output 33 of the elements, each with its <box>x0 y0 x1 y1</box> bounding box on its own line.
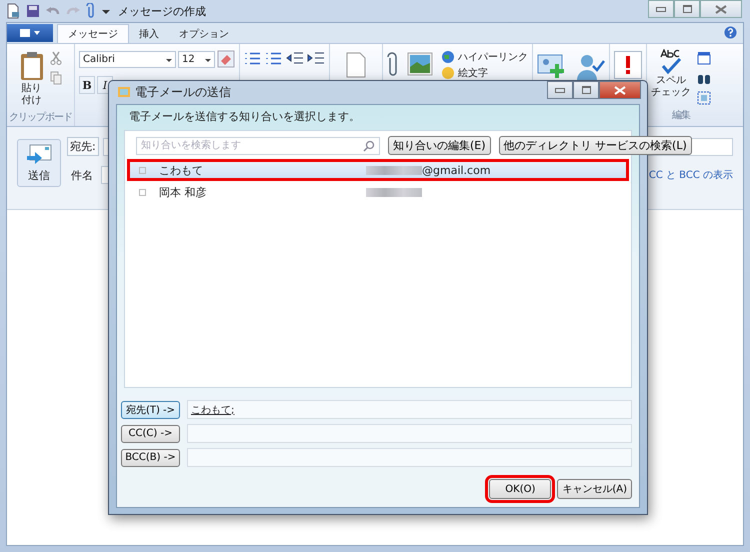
hyperlink-button[interactable]: ハイパーリンク <box>458 50 528 64</box>
spell-check-label[interactable]: スペル <box>656 75 686 87</box>
ribbon-tab[interactable]: 挿入 <box>129 25 169 43</box>
recipient-button[interactable]: 宛先(T) -> <box>121 400 180 418</box>
instruction-text: 電子メールを送信する知り合いを選択します。 <box>128 108 361 124</box>
search-field[interactable]: 知り合いを検索します <box>136 136 380 154</box>
contact-email: @gmail.com <box>422 164 491 176</box>
cc-bcc-link[interactable]: CC と BCC の表示 <box>648 168 733 182</box>
contact-name: こわもて <box>159 162 204 178</box>
font-size-dropdown[interactable]: 12 <box>178 50 215 68</box>
recipient-button[interactable]: BCC(B) -> <box>121 448 180 466</box>
contact-row[interactable]: こわもて @gmail.com <box>127 159 629 181</box>
recipient-button[interactable]: CC(C) -> <box>121 424 180 442</box>
to-button[interactable]: 宛先: <box>67 137 99 156</box>
window-title: メッセージの作成 <box>118 4 206 18</box>
contact-row[interactable]: 岡本 和彦 <box>127 181 629 203</box>
group-label: 編集 <box>672 109 690 122</box>
dialog-button[interactable]: 知り合いの編集(E) <box>388 136 491 155</box>
group-label: クリップボード <box>9 110 72 124</box>
dialog-button[interactable]: 他のディレクトリ サービスの検索(L) <box>498 136 692 155</box>
recipient-field[interactable]: こわもて; <box>187 400 632 419</box>
ribbon-tab[interactable]: メッセージ <box>57 24 129 43</box>
ribbon-tab[interactable]: オプション <box>169 25 239 43</box>
subject-label: 件名 <box>70 168 94 182</box>
font-dropdown[interactable]: Calibri <box>79 50 176 68</box>
dialog-title: 電子メールの送信 <box>135 84 231 100</box>
bold-button[interactable]: B <box>79 76 95 94</box>
contact-name: 岡本 和彦 <box>159 184 208 200</box>
paste-button[interactable]: 貼り付け <box>22 83 42 106</box>
spell-check-label[interactable]: チェック <box>651 87 691 99</box>
emoji-button[interactable]: 絵文字 <box>458 66 488 80</box>
dialog-button[interactable]: キャンセル(A) <box>557 479 632 499</box>
send-button[interactable]: 送信 <box>17 139 61 187</box>
